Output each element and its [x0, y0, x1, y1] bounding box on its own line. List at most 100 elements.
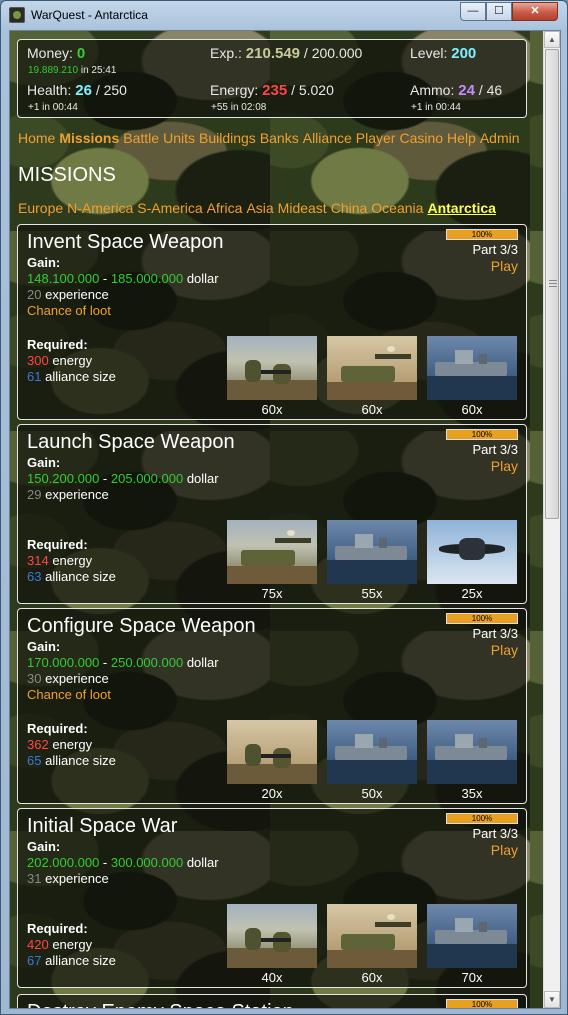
- gain-range: 150.200.000 - 205.000.000 dollar: [27, 471, 219, 486]
- unit-image-carrier[interactable]: [327, 520, 417, 584]
- alliance-label: alliance size: [45, 953, 116, 968]
- scroll-down-arrow-icon[interactable]: ▼: [544, 991, 560, 1008]
- energy-label: energy: [52, 553, 93, 568]
- unit-count: 75x: [261, 586, 283, 601]
- scroll-up-arrow-icon[interactable]: ▲: [544, 31, 560, 48]
- title-bar[interactable]: WarQuest - Antarctica — ☐ ✕: [1, 1, 567, 29]
- region-link-africa[interactable]: Africa: [207, 200, 243, 216]
- play-link[interactable]: Play: [491, 842, 518, 858]
- region-link-s-america[interactable]: S-America: [137, 200, 202, 216]
- alliance-label: alliance size: [45, 569, 116, 584]
- region-link-europe[interactable]: Europe: [18, 200, 63, 216]
- play-link[interactable]: Play: [491, 258, 518, 274]
- unit-image-rocket[interactable]: [327, 904, 417, 968]
- unit-count: 60x: [461, 402, 483, 417]
- nav-link-buildings[interactable]: Buildings: [199, 130, 256, 146]
- gain-dash: -: [102, 471, 108, 486]
- unit-image-destroyer[interactable]: [427, 904, 517, 968]
- region-link-n-america[interactable]: N-America: [67, 200, 133, 216]
- health-max: / 250: [95, 82, 127, 98]
- gain-range: 148.100.000 - 185.000.000 dollar: [27, 271, 219, 286]
- energy-row: 314 energy: [27, 553, 92, 568]
- unit-image-carrier[interactable]: [427, 720, 517, 784]
- unit-image-infantry[interactable]: [227, 720, 317, 784]
- health-label: Health:: [27, 82, 72, 98]
- region-link-china[interactable]: China: [331, 200, 368, 216]
- grip-icon: [549, 280, 557, 287]
- energy-cost: 362: [27, 737, 49, 752]
- gain-max: 300.000.000: [110, 855, 184, 870]
- dollar-label: dollar: [186, 855, 219, 870]
- gain-label: Gain:: [27, 639, 61, 654]
- app-icon: [9, 7, 25, 23]
- progress-text: 100%: [471, 430, 493, 439]
- loot-label: Chance of loot: [27, 303, 111, 318]
- alliance-label: alliance size: [45, 753, 116, 768]
- gain-label: Gain:: [27, 255, 61, 270]
- nav-link-help[interactable]: Help: [447, 130, 476, 146]
- play-link[interactable]: Play: [491, 642, 518, 658]
- money-bank-value: 19.889.210: [28, 65, 79, 76]
- experience-value: 29: [27, 487, 42, 502]
- gain-label: Gain:: [27, 839, 61, 854]
- level-stat: Level: 200: [410, 45, 476, 62]
- health-stat: Health: 26 / 250: [27, 82, 127, 99]
- mission-card: Initial Space War 100% Part 3/3 Play Gain: 20…: [17, 808, 527, 988]
- close-button[interactable]: ✕: [512, 2, 558, 21]
- mission-card: Destroy Enemy Space Station 100%: [17, 994, 527, 1008]
- unit-image-carrier[interactable]: [427, 336, 517, 400]
- alliance-row: 61 alliance size: [27, 369, 116, 384]
- progress-bar: 100%: [446, 613, 518, 624]
- nav-link-battle[interactable]: Battle: [123, 130, 159, 146]
- browser-content: Money: 0 19.889.210 in 25:41 Exp.: 210.5…: [9, 30, 561, 1009]
- region-link-mideast[interactable]: Mideast: [278, 200, 327, 216]
- unit-image-mortar[interactable]: [227, 904, 317, 968]
- region-link-oceania[interactable]: Oceania: [371, 200, 423, 216]
- money-timer: in 25:41: [80, 65, 117, 76]
- minimize-button[interactable]: —: [460, 2, 486, 21]
- energy-stat: Energy: 235 / 5.020: [210, 82, 334, 99]
- nav-link-missions[interactable]: Missions: [59, 130, 119, 146]
- loot-row: Chance of loot: [27, 687, 111, 702]
- unit-image-howitzer[interactable]: [227, 520, 317, 584]
- required-label: Required:: [27, 721, 88, 736]
- vertical-scrollbar[interactable]: ▲ ▼: [543, 31, 560, 1008]
- nav-link-player[interactable]: Player: [356, 130, 396, 146]
- alliance-req: 63: [27, 569, 42, 584]
- nav-link-units[interactable]: Units: [163, 130, 195, 146]
- experience-value: 30: [27, 671, 42, 686]
- energy-cost: 420: [27, 937, 49, 952]
- alliance-req: 67: [27, 953, 42, 968]
- nav-link-banks[interactable]: Banks: [260, 130, 299, 146]
- experience-row: 29 experience: [27, 487, 109, 502]
- nav-link-home[interactable]: Home: [18, 130, 55, 146]
- scroll-thumb[interactable]: [545, 49, 559, 519]
- money-stat: Money: 0: [27, 45, 85, 62]
- gain-range: 202.000.000 - 300.000.000 dollar: [27, 855, 219, 870]
- gain-min: 148.100.000: [27, 271, 100, 286]
- unit-image-artillery[interactable]: [327, 336, 417, 400]
- mission-card: Configure Space Weapon 100% Part 3/3 Play Ga…: [17, 608, 527, 804]
- exp-label: Exp.:: [210, 45, 242, 61]
- gain-min: 202.000.000: [27, 855, 100, 870]
- money-value: 0: [76, 45, 86, 62]
- unit-count: 35x: [461, 786, 483, 801]
- play-link[interactable]: Play: [491, 458, 518, 474]
- dollar-label: dollar: [186, 655, 219, 670]
- nav-link-casino[interactable]: Casino: [399, 130, 443, 146]
- maximize-button[interactable]: ☐: [486, 2, 512, 21]
- unit-image-patrolboat[interactable]: [327, 720, 417, 784]
- region-link-asia[interactable]: Asia: [246, 200, 273, 216]
- energy-label: energy: [52, 937, 93, 952]
- region-link-antarctica[interactable]: Antarctica: [427, 200, 495, 216]
- unit-image-stealth[interactable]: [427, 520, 517, 584]
- dollar-label: dollar: [186, 471, 219, 486]
- gain-max: 205.000.000: [110, 471, 184, 486]
- unit-image-soldier[interactable]: [227, 336, 317, 400]
- nav-link-admin[interactable]: Admin: [480, 130, 520, 146]
- nav-link-alliance[interactable]: Alliance: [303, 130, 352, 146]
- app-window: WarQuest - Antarctica — ☐ ✕ Money: 0 19.…: [0, 0, 568, 1015]
- unit-count: 55x: [361, 586, 383, 601]
- ammo-max: / 46: [478, 82, 503, 98]
- gain-min: 150.200.000: [27, 471, 100, 486]
